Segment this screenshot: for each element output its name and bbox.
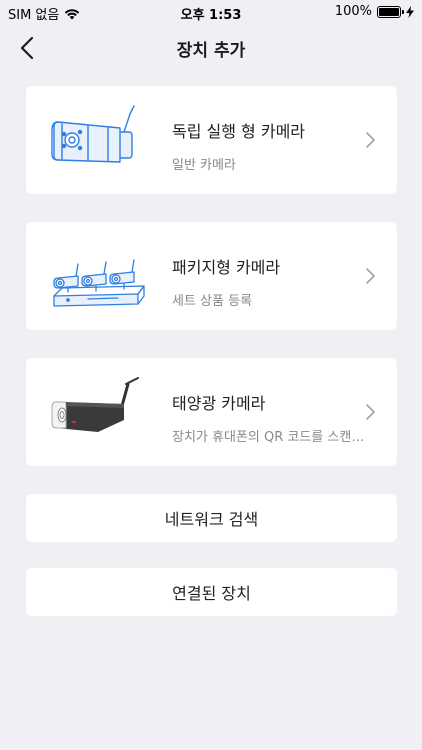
device-card-title: 태양광 카메라 [172,394,266,413]
connected-devices-button[interactable]: 연결된 장치 [26,568,397,616]
battery-tip [402,9,404,14]
status-bar: SIM 없음 오후 1:53 100% [0,0,422,24]
camera-kit-nvr-icon [53,259,145,307]
device-card-subtitle: 장치가 휴대폰의 QR 코드를 스캔합니다 [172,430,368,445]
device-card-subtitle: 세트 상품 등록 [172,294,253,309]
bullet-camera-icon [51,105,135,163]
device-card-standalone[interactable]: 독립 실행 형 카메라 일반 카메라 [26,86,397,194]
device-card-title: 독립 실행 형 카메라 [172,122,306,141]
chevron-right-icon [366,132,375,148]
charging-bolt-icon [406,5,414,18]
status-right: 100% [335,4,414,19]
network-search-button[interactable]: 네트워크 검색 [26,494,397,542]
device-card-solar[interactable]: 태양광 카메라 장치가 휴대폰의 QR 코드를 스캔합니다 [26,358,397,466]
device-card-package[interactable]: 패키지형 카메라 세트 상품 등록 [26,222,397,330]
navigation-bar: 장치 추가 [0,24,422,70]
chevron-right-icon [366,404,375,420]
device-card-subtitle: 일반 카메라 [172,158,236,173]
device-card-title: 패키지형 카메라 [172,258,281,277]
page-title: 장치 추가 [176,41,246,61]
chevron-right-icon [366,268,375,284]
battery-percent: 100% [334,4,372,19]
battery-fill [379,7,399,16]
solar-camera-icon [51,377,139,432]
battery-icon [377,5,404,18]
